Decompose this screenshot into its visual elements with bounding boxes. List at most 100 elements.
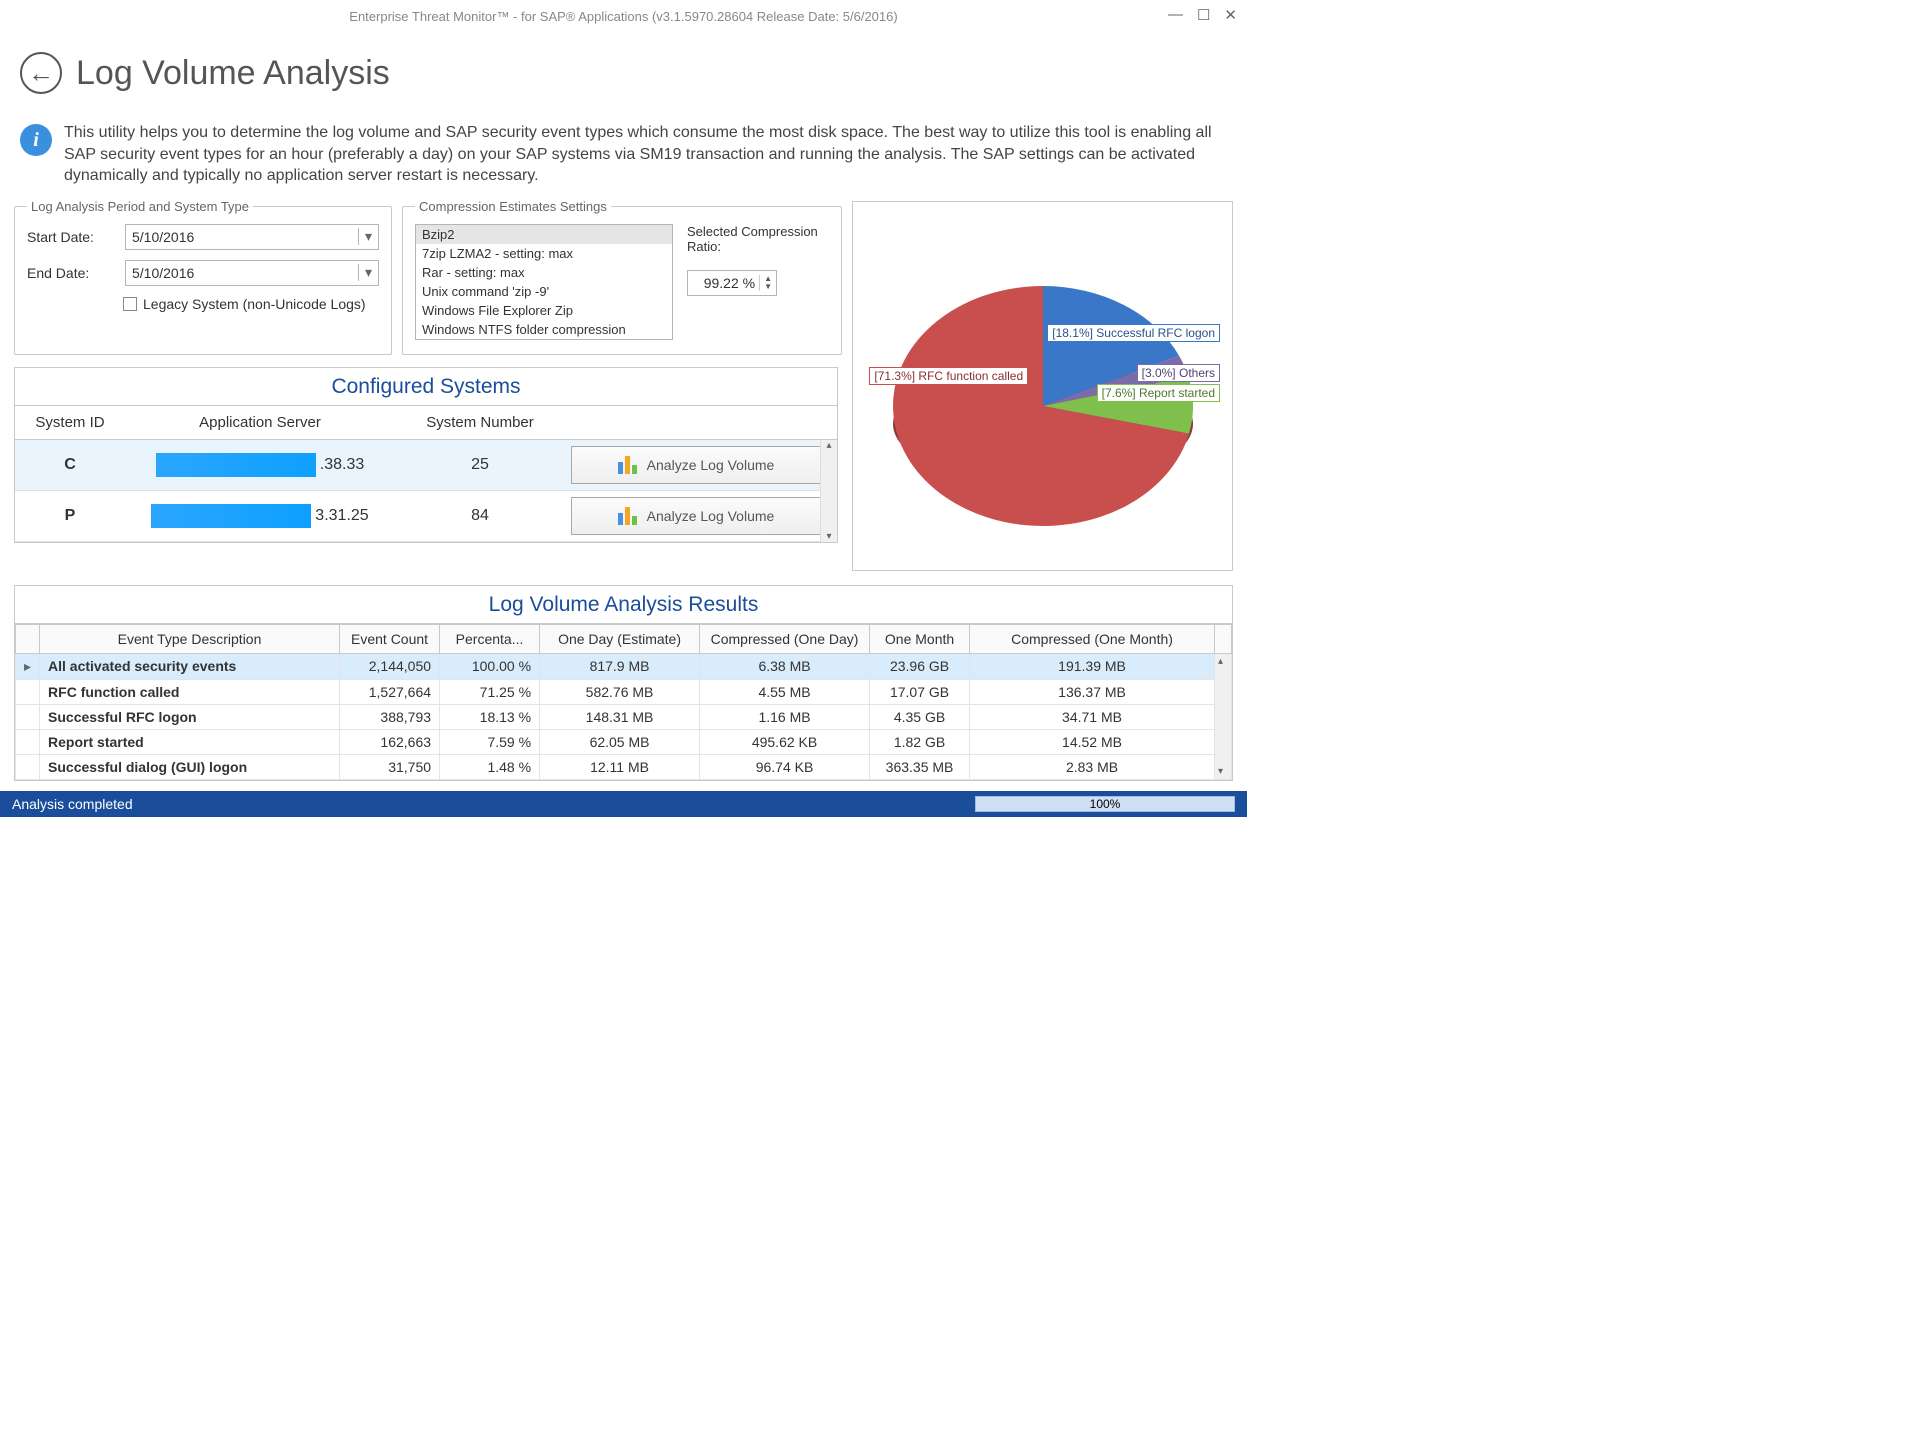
spinner-arrows-icon: ▲▼ (759, 275, 772, 291)
pie-label-logon: [18.1%] Successful RFC logon (1047, 324, 1220, 342)
table-row[interactable]: Successful RFC logon 388,793 18.13 % 148… (16, 704, 1232, 729)
ratio-value: 99.22 % (704, 275, 755, 291)
chevron-down-icon: ▾ (358, 264, 372, 281)
page-title: Log Volume Analysis (76, 54, 390, 93)
cell-app: .38.33 (320, 456, 364, 473)
col-header-cday[interactable]: Compressed (One Day) (700, 624, 870, 653)
cell-num: 25 (395, 448, 565, 482)
cell: 7.59 % (440, 729, 540, 754)
period-fieldset: Log Analysis Period and System Type Star… (14, 199, 392, 355)
cell: 62.05 MB (540, 729, 700, 754)
col-header-day[interactable]: One Day (Estimate) (540, 624, 700, 653)
info-icon: i (20, 124, 52, 156)
systems-title: Configured Systems (15, 368, 837, 406)
cell: 388,793 (340, 704, 440, 729)
arrow-left-icon: ← (28, 58, 54, 89)
row-marker-header (16, 624, 40, 653)
cell: 136.37 MB (970, 679, 1215, 704)
cell: 162,663 (340, 729, 440, 754)
progress-bar: 100% (975, 796, 1235, 812)
compression-list[interactable]: Bzip2 7zip LZMA2 - setting: max Rar - se… (415, 224, 673, 340)
col-header-system-number[interactable]: System Number (395, 406, 565, 439)
cell: Successful dialog (GUI) logon (40, 754, 340, 779)
progress-value: 100% (1090, 797, 1121, 811)
pie-label-rfc: [71.3%] RFC function called (869, 367, 1028, 385)
status-text: Analysis completed (12, 796, 133, 812)
compression-legend: Compression Estimates Settings (415, 199, 611, 214)
analyze-label: Analyze Log Volume (647, 457, 775, 473)
cell: 96.74 KB (700, 754, 870, 779)
list-item[interactable]: Windows File Explorer Zip (416, 301, 672, 320)
cell: 191.39 MB (970, 653, 1215, 679)
col-header-month[interactable]: One Month (870, 624, 970, 653)
cell: 2,144,050 (340, 653, 440, 679)
close-button[interactable]: ✕ (1224, 6, 1237, 24)
cell: 2.83 MB (970, 754, 1215, 779)
end-date-input[interactable]: 5/10/2016 ▾ (125, 260, 379, 286)
ratio-spinner[interactable]: 99.22 % ▲▼ (687, 270, 777, 296)
row-marker (16, 704, 40, 729)
list-item[interactable]: Windows NTFS folder compression (416, 320, 672, 339)
end-date-value: 5/10/2016 (132, 265, 194, 281)
row-marker (16, 729, 40, 754)
bar-chart-icon (618, 507, 637, 525)
row-marker (16, 754, 40, 779)
analyze-log-volume-button[interactable]: Analyze Log Volume (571, 497, 821, 535)
col-header-cmonth[interactable]: Compressed (One Month) (970, 624, 1215, 653)
minimize-button[interactable]: — (1168, 6, 1183, 24)
analyze-label: Analyze Log Volume (647, 508, 775, 524)
period-legend: Log Analysis Period and System Type (27, 199, 253, 214)
results-panel: Log Volume Analysis Results Event Type D… (14, 585, 1233, 781)
cell: 23.96 GB (870, 653, 970, 679)
start-date-input[interactable]: 5/10/2016 ▾ (125, 224, 379, 250)
start-date-label: Start Date: (27, 229, 117, 245)
list-item[interactable]: Unix command 'zip -9' (416, 282, 672, 301)
cell-num: 84 (395, 499, 565, 533)
col-header-desc[interactable]: Event Type Description (40, 624, 340, 653)
col-header-system-id[interactable]: System ID (15, 406, 125, 439)
cell: 31,750 (340, 754, 440, 779)
table-row[interactable]: Report started 162,663 7.59 % 62.05 MB 4… (16, 729, 1232, 754)
cell: 14.52 MB (970, 729, 1215, 754)
scroll-gutter (1215, 624, 1232, 653)
cell: 4.55 MB (700, 679, 870, 704)
cell: 34.71 MB (970, 704, 1215, 729)
list-item[interactable]: 7zip LZMA2 - setting: max (416, 244, 672, 263)
info-text: This utility helps you to determine the … (64, 122, 1227, 187)
cell: 363.35 MB (870, 754, 970, 779)
pie-label-others: [3.0%] Others (1137, 364, 1220, 382)
redacted-block (151, 504, 311, 528)
cell: 12.11 MB (540, 754, 700, 779)
list-item[interactable]: Rar - setting: max (416, 263, 672, 282)
end-date-label: End Date: (27, 265, 117, 281)
table-row[interactable]: Successful dialog (GUI) logon 31,750 1.4… (16, 754, 1232, 779)
cell: 100.00 % (440, 653, 540, 679)
table-row[interactable]: C .38.33 25 Analyze Log Volume (15, 440, 837, 491)
start-date-value: 5/10/2016 (132, 229, 194, 245)
col-header-count[interactable]: Event Count (340, 624, 440, 653)
cell-sid: P (65, 507, 76, 524)
results-title: Log Volume Analysis Results (15, 586, 1232, 624)
table-row[interactable]: P 3.31.25 84 Analyze Log Volume (15, 491, 837, 542)
cell: All activated security events (40, 653, 340, 679)
table-row[interactable]: ▸ All activated security events 2,144,05… (16, 653, 1232, 679)
table-row[interactable]: RFC function called 1,527,664 71.25 % 58… (16, 679, 1232, 704)
list-item[interactable]: Bzip2 (416, 225, 672, 244)
maximize-button[interactable]: ☐ (1197, 6, 1210, 24)
cell: 17.07 GB (870, 679, 970, 704)
scrollbar[interactable]: ▴ ▾ (1215, 653, 1232, 779)
cell: 6.38 MB (700, 653, 870, 679)
cell-sid: C (64, 456, 76, 473)
scrollbar[interactable]: ▴▾ (820, 440, 837, 542)
window-titlebar: Enterprise Threat Monitor™ - for SAP® Ap… (0, 0, 1247, 32)
back-button[interactable]: ← (20, 52, 62, 94)
analyze-log-volume-button[interactable]: Analyze Log Volume (571, 446, 821, 484)
cell: 1.82 GB (870, 729, 970, 754)
pie-chart: [71.3%] RFC function called [18.1%] Succ… (852, 201, 1233, 571)
systems-panel: Configured Systems System ID Application… (14, 367, 838, 543)
col-header-app-server[interactable]: Application Server (125, 406, 395, 439)
legacy-label: Legacy System (non-Unicode Logs) (143, 296, 366, 312)
legacy-checkbox[interactable] (123, 297, 137, 311)
cell: 148.31 MB (540, 704, 700, 729)
col-header-pct[interactable]: Percenta... (440, 624, 540, 653)
